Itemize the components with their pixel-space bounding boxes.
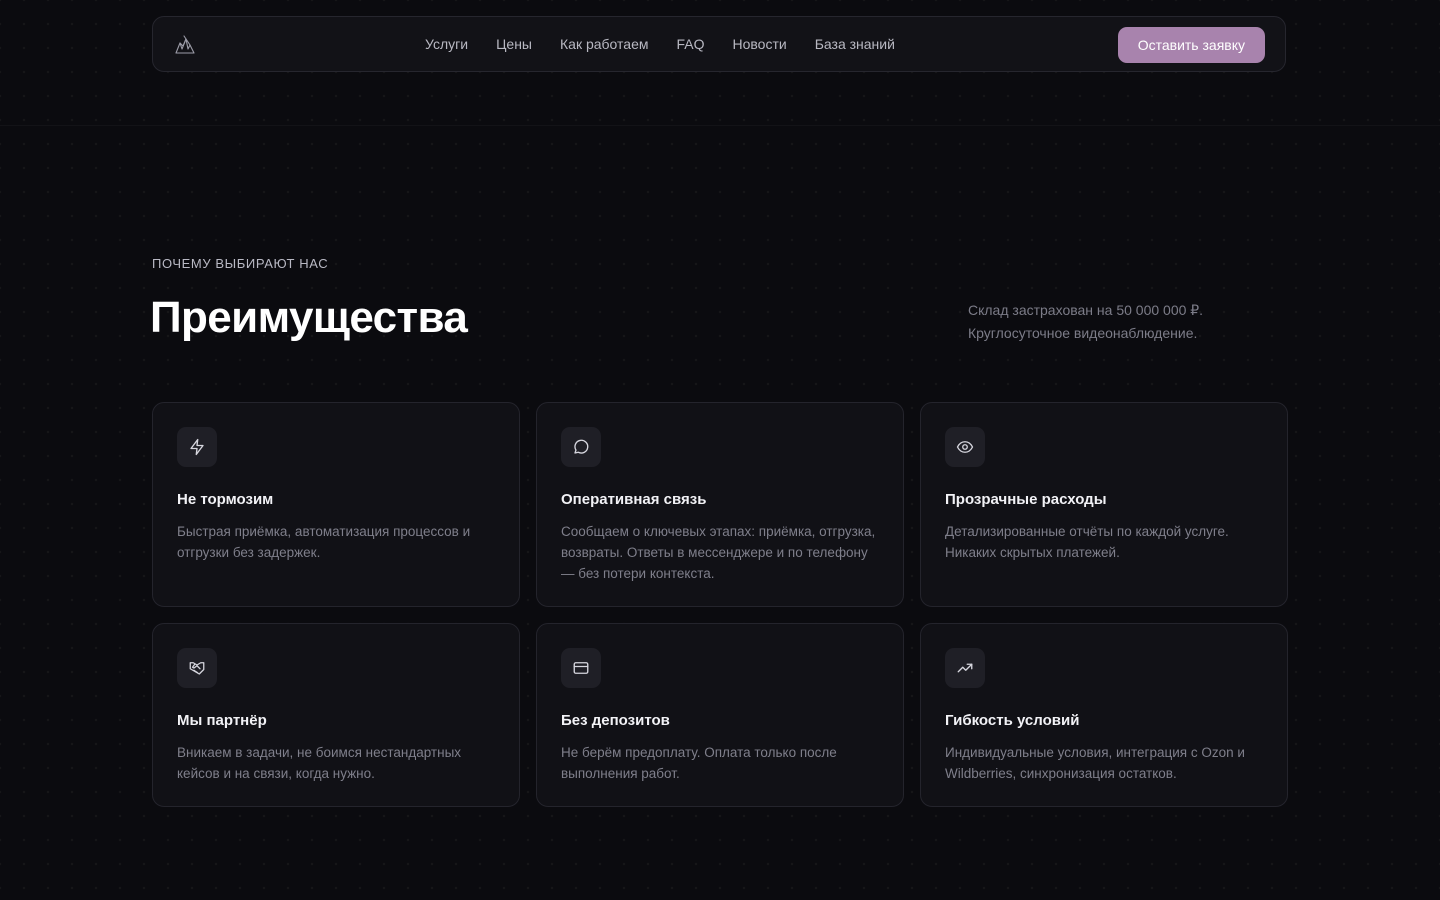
advantage-card-flexibility: Гибкость условий Индивидуальные условия,…	[920, 623, 1288, 807]
card-text: Сообщаем о ключевых этапах: приёмка, отг…	[561, 524, 876, 581]
nav-link-how-we-work[interactable]: Как работаем	[560, 36, 648, 52]
header-divider	[0, 125, 1440, 126]
advantage-card-no-deposits: Без депозитов Не берём предоплату. Оплат…	[536, 623, 904, 807]
card-title: Не тормозим	[177, 491, 274, 508]
card-title: Мы партнёр	[177, 712, 267, 729]
card-title: Без депозитов	[561, 712, 670, 729]
section-note-line-2: Круглосуточное видеонаблюдение.	[968, 325, 1198, 341]
message-icon	[561, 427, 601, 467]
advantage-card-transparent: Прозрачные расходы Детализированные отчё…	[920, 402, 1288, 607]
nav-link-faq[interactable]: FAQ	[676, 36, 704, 52]
card-title: Прозрачные расходы	[945, 491, 1107, 508]
nav-link-prices[interactable]: Цены	[496, 36, 532, 52]
handshake-icon	[177, 648, 217, 688]
nav-link-news[interactable]: Новости	[733, 36, 787, 52]
nav-link-services[interactable]: Услуги	[425, 36, 468, 52]
section-eyebrow: ПОЧЕМУ ВЫБИРАЮТ НАС	[152, 256, 329, 271]
eye-icon	[945, 427, 985, 467]
section-note-line-1: Склад застрахован на 50 000 000 ₽.	[968, 302, 1204, 318]
card-text: Детализированные отчёты по каждой услуге…	[945, 524, 1229, 560]
advantage-card-partner: Мы партнёр Вникаем в задачи, не боимся н…	[152, 623, 520, 807]
trending-up-icon	[945, 648, 985, 688]
lightning-icon	[177, 427, 217, 467]
advantage-card-fast: Не тормозим Быстрая приёмка, автоматизац…	[152, 402, 520, 607]
logo-icon[interactable]	[173, 34, 197, 56]
nav-link-knowledge-base[interactable]: База знаний	[815, 36, 895, 52]
card-title: Гибкость условий	[945, 712, 1080, 729]
section-note: Склад застрахован на 50 000 000 ₽. Кругл…	[968, 299, 1268, 345]
credit-card-icon	[561, 648, 601, 688]
advantage-card-communication: Оперативная связь Сообщаем о ключевых эт…	[536, 402, 904, 607]
nav-links: Услуги Цены Как работаем FAQ Новости Баз…	[425, 17, 895, 71]
submit-request-button[interactable]: Оставить заявку	[1117, 27, 1265, 63]
top-navbar: Услуги Цены Как работаем FAQ Новости Баз…	[152, 16, 1286, 72]
card-text: Вникаем в задачи, не боимся нестандартны…	[177, 745, 462, 781]
card-text: Индивидуальные условия, интеграция с Ozo…	[945, 745, 1245, 781]
card-title: Оперативная связь	[561, 491, 707, 508]
card-text: Быстрая приёмка, автоматизация процессов…	[177, 524, 471, 560]
page-title: Преимущества	[150, 293, 468, 342]
card-text: Не берём предоплату. Оплата только после…	[561, 745, 837, 781]
